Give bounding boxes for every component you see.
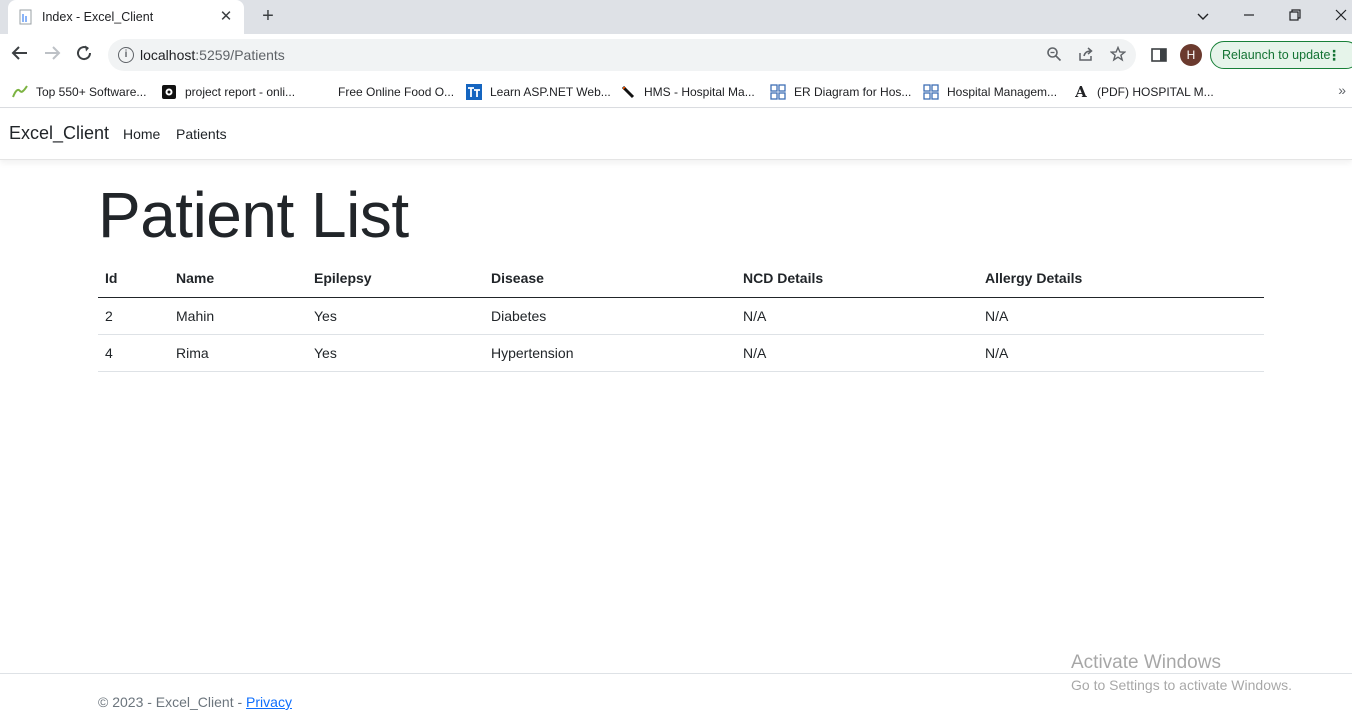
bookmark-item[interactable]: ER Diagram for Hos...: [770, 82, 911, 102]
letter-a-icon: A: [1075, 83, 1087, 101]
profile-avatar[interactable]: H: [1180, 44, 1202, 66]
forward-button[interactable]: [41, 44, 63, 66]
cell-ncd-details: N/A: [736, 334, 978, 372]
bookmark-item[interactable]: Hospital Managem...: [923, 82, 1057, 102]
table-row: 4 Rima Yes Hypertension N/A N/A: [98, 334, 1264, 372]
tt-logo-icon: [466, 84, 482, 100]
close-window-button[interactable]: [1330, 6, 1352, 26]
tab-title: Index - Excel_Client: [42, 10, 154, 24]
bookmark-label: (PDF) HOSPITAL M...: [1097, 85, 1214, 99]
column-header-epilepsy: Epilepsy: [307, 260, 484, 298]
address-url: localhost:5259/Patients: [140, 47, 285, 63]
browser-toolbar: i localhost:5259/Patients H Relaunch to …: [0, 34, 1352, 76]
cell-allergy-details: N/A: [978, 334, 1264, 372]
bookmark-label: Hospital Managem...: [947, 85, 1058, 99]
browser-tab[interactable]: Index - Excel_Client ✕: [8, 0, 244, 34]
cell-name: Rima: [169, 334, 307, 372]
bookmark-item[interactable]: project report - onli...: [161, 82, 295, 102]
cell-id: 2: [98, 297, 169, 335]
minimize-button[interactable]: [1238, 6, 1260, 26]
bookmark-item[interactable]: A (PDF) HOSPITAL M...: [1073, 82, 1214, 102]
cell-id: 4: [98, 334, 169, 372]
square-logo-icon: [161, 84, 177, 100]
bookmarks-overflow-icon[interactable]: »: [1338, 82, 1346, 98]
share-icon[interactable]: [1077, 46, 1095, 64]
footer-copyright: © 2023 - Excel_Client -: [98, 694, 247, 710]
nav-link-patients[interactable]: Patients: [176, 126, 227, 142]
relaunch-button[interactable]: Relaunch to update ⋮: [1210, 41, 1352, 69]
new-tab-button[interactable]: +: [258, 6, 278, 26]
column-header-name: Name: [169, 260, 307, 298]
document-icon: [18, 9, 34, 25]
watermark-title: Activate Windows: [1071, 652, 1221, 673]
star-icon[interactable]: [1109, 45, 1127, 64]
bookmark-label: Top 550+ Software...: [36, 85, 147, 99]
url-host: localhost: [140, 47, 196, 63]
url-path: :5259/Patients: [195, 47, 285, 63]
site-navbar: Excel_Client Home Patients: [0, 109, 1352, 160]
cell-disease: Hypertension: [484, 334, 736, 372]
table-row: 2 Mahin Yes Diabetes N/A N/A: [98, 297, 1264, 335]
column-header-allergy-details: Allergy Details: [978, 260, 1264, 298]
diagram-icon: [770, 84, 786, 100]
watermark-subtitle: Go to Settings to activate Windows.: [1071, 677, 1292, 693]
column-header-disease: Disease: [484, 260, 736, 298]
column-header-id: Id: [98, 260, 169, 298]
bookmark-label: project report - onli...: [185, 85, 296, 99]
tab-strip: Index - Excel_Client ✕ +: [0, 0, 1352, 34]
close-icon[interactable]: ✕: [218, 9, 234, 25]
bookmark-label: Free Online Food O...: [338, 85, 455, 99]
bookmark-item[interactable]: Free Online Food O...: [314, 82, 454, 102]
address-bar[interactable]: i localhost:5259/Patients: [108, 39, 1136, 71]
cell-disease: Diabetes: [484, 297, 736, 335]
page-title: Patient List: [98, 179, 409, 251]
column-header-ncd-details: NCD Details: [736, 260, 978, 298]
cell-epilepsy: Yes: [307, 297, 484, 335]
bookmark-item[interactable]: Top 550+ Software...: [12, 82, 146, 102]
site-brand[interactable]: Excel_Client: [9, 123, 109, 144]
activate-windows-watermark: Activate Windows Go to Settings to activ…: [1071, 652, 1292, 693]
diagram-icon: [923, 84, 939, 100]
chevron-down-icon[interactable]: [1192, 6, 1214, 26]
bookmark-item[interactable]: Learn ASP.NET Web...: [466, 82, 611, 102]
relaunch-label: Relaunch to update: [1222, 48, 1331, 62]
cell-epilepsy: Yes: [307, 334, 484, 372]
cell-ncd-details: N/A: [736, 297, 978, 335]
side-panel-icon[interactable]: [1150, 46, 1168, 64]
info-icon[interactable]: i: [118, 47, 134, 63]
pen-icon: [620, 84, 636, 100]
reload-button[interactable]: [73, 44, 95, 66]
cell-name: Mahin: [169, 297, 307, 335]
bookmark-item[interactable]: HMS - Hospital Ma...: [620, 82, 755, 102]
patients-table: Id Name Epilepsy Disease NCD Details All…: [98, 260, 1264, 372]
more-menu-icon[interactable]: ⋮: [1327, 48, 1341, 62]
bookmark-label: Learn ASP.NET Web...: [490, 85, 611, 99]
leaf-icon: [12, 84, 28, 100]
restore-button[interactable]: [1284, 6, 1306, 26]
blank-icon: [314, 84, 330, 100]
table-header-row: Id Name Epilepsy Disease NCD Details All…: [98, 260, 1264, 298]
back-button[interactable]: [9, 44, 31, 66]
bookmarks-bar: Top 550+ Software... project report - on…: [0, 76, 1352, 108]
zoom-icon[interactable]: [1045, 46, 1063, 64]
bookmark-label: HMS - Hospital Ma...: [644, 85, 755, 99]
footer-text: © 2023 - Excel_Client - Privacy: [98, 694, 292, 710]
privacy-link[interactable]: Privacy: [246, 694, 292, 710]
nav-link-home[interactable]: Home: [123, 126, 160, 142]
cell-allergy-details: N/A: [978, 297, 1264, 335]
bookmark-label: ER Diagram for Hos...: [794, 85, 912, 99]
